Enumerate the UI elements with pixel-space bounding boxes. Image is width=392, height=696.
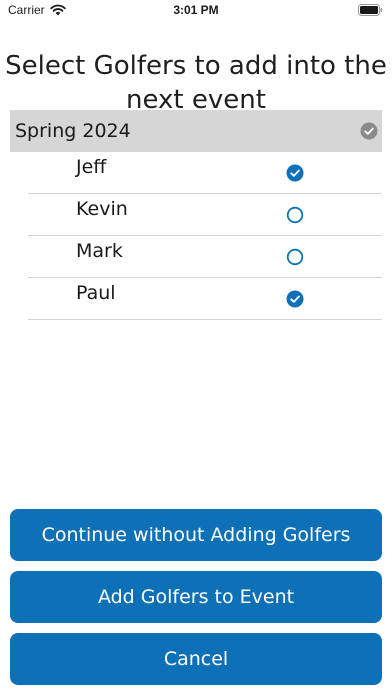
circle-outline-icon[interactable] <box>286 248 304 266</box>
golfer-name: Mark <box>76 240 123 262</box>
page-title: Select Golfers to add into the next even… <box>5 51 387 116</box>
golfer-name: Kevin <box>76 198 128 220</box>
battery-icon <box>358 4 383 16</box>
checkmark-circle-filled-icon[interactable] <box>286 164 304 182</box>
golfer-row-paul[interactable]: Paul <box>28 278 382 320</box>
cancel-button[interactable]: Cancel <box>10 633 382 685</box>
group-header-spring-2024[interactable]: Spring 2024 <box>10 110 382 152</box>
group-title: Spring 2024 <box>15 120 131 142</box>
checkmark-circle-filled-icon[interactable] <box>286 290 304 308</box>
status-bar: Carrier 3:01 PM <box>0 0 392 22</box>
golfer-name: Jeff <box>76 156 107 178</box>
group-select-all-icon[interactable] <box>360 122 378 140</box>
golfer-list: Jeff Kevin Mark Paul <box>28 152 382 320</box>
status-time: 3:01 PM <box>173 3 219 17</box>
golfer-row-mark[interactable]: Mark <box>28 236 382 278</box>
circle-outline-icon[interactable] <box>286 206 304 224</box>
continue-without-adding-button[interactable]: Continue without Adding Golfers <box>10 509 382 561</box>
golfer-row-kevin[interactable]: Kevin <box>28 194 382 236</box>
action-buttons: Continue without Adding Golfers Add Golf… <box>10 509 382 695</box>
golfer-row-jeff[interactable]: Jeff <box>28 152 382 194</box>
add-golfers-button[interactable]: Add Golfers to Event <box>10 571 382 623</box>
golfer-name: Paul <box>76 282 116 304</box>
